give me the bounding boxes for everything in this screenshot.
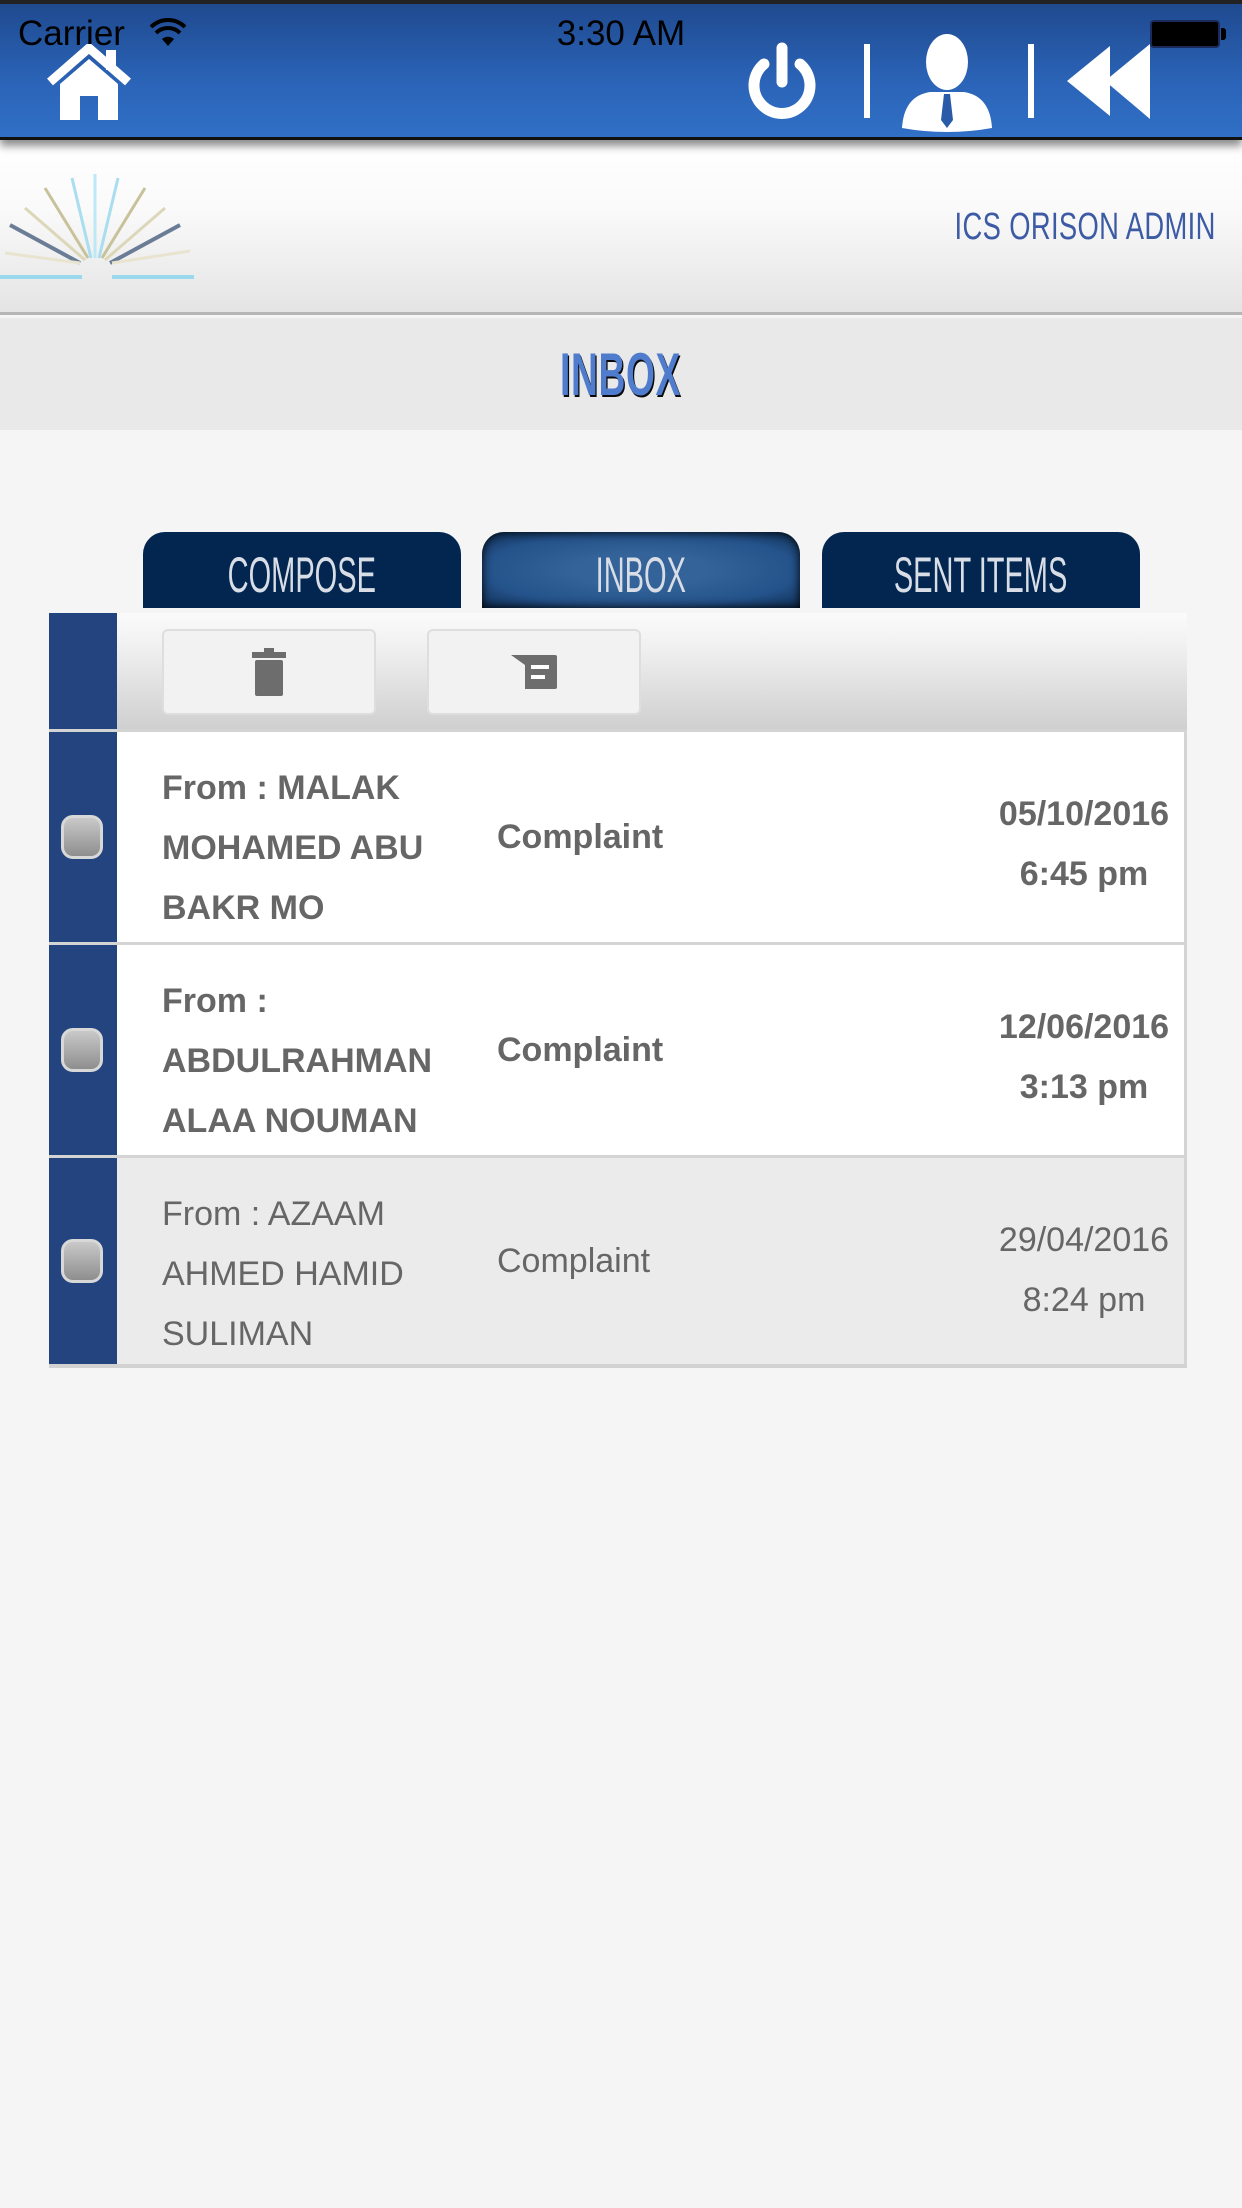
trash-icon [252,648,286,696]
message-checkbox[interactable] [61,1239,103,1283]
message-date: 05/10/2016 [998,795,1170,833]
message-checkbox[interactable] [61,815,103,859]
admin-username: ICS ORISON ADMIN [954,206,1216,248]
tab-sent-items[interactable]: SENT ITEMS [822,532,1140,608]
message-icon [511,655,557,689]
message-row-content[interactable]: From : MALAK MOHAMED ABU BAKR MO Complai… [117,732,1187,942]
nav-separator [1028,44,1034,118]
message-button[interactable] [427,629,641,715]
message-time: 8:24 pm [1022,1281,1146,1319]
rewind-back-icon [1067,44,1150,119]
message-datetime: 12/06/2016 3:13 pm [984,997,1184,1117]
app-header: ICS ORISON ADMIN [0,140,1242,315]
message-toolbar [49,613,1187,729]
message-subject: Complaint [497,817,664,856]
message-row-content[interactable]: From : ABDULRAHMAN ALAA NOUMAN Complaint… [117,945,1187,1155]
message-list: From : MALAK MOHAMED ABU BAKR MO Complai… [49,613,1187,1368]
message-sender: From : ABDULRAHMAN ALAA NOUMAN [162,982,433,1140]
tab-inbox[interactable]: INBOX [482,532,800,608]
side-strip [49,1158,117,1364]
tab-compose-label: COMPOSE [227,547,377,603]
message-row-content[interactable]: From : AZAAM AHMED HAMID SULIMAN Complai… [117,1158,1187,1364]
battery-tip [1221,28,1226,40]
message-datetime: 05/10/2016 6:45 pm [984,784,1184,904]
message-row[interactable]: From : MALAK MOHAMED ABU BAKR MO Complai… [49,729,1187,942]
logout-power-button[interactable] [742,40,822,124]
book-rays-logo [0,174,194,279]
side-strip [49,732,117,942]
message-subject: Complaint [497,1241,651,1280]
message-time: 6:45 pm [1019,855,1149,893]
back-button[interactable] [1065,44,1175,119]
power-icon [748,42,816,119]
home-button[interactable] [44,43,134,124]
profile-button[interactable] [900,32,995,136]
message-date: 12/06/2016 [998,1008,1170,1046]
message-row[interactable]: From : AZAAM AHMED HAMID SULIMAN Complai… [49,1155,1187,1368]
side-strip [49,945,117,1155]
tab-inbox-label: INBOX [595,547,687,603]
toolbar-area [117,613,1187,729]
message-subject: Complaint [497,1030,664,1069]
page-title: INBOX [560,341,682,408]
nav-separator [864,44,870,118]
message-row[interactable]: From : ABDULRAHMAN ALAA NOUMAN Complaint… [49,942,1187,1155]
side-strip [49,613,117,729]
home-icon [47,43,131,120]
message-datetime: 29/04/2016 8:24 pm [984,1210,1184,1330]
tab-sent-items-label: SENT ITEMS [894,547,1068,603]
delete-button[interactable] [162,629,376,715]
message-date: 29/04/2016 [998,1221,1170,1259]
top-navigation-bar: Carrier 3:30 AM [0,0,1242,140]
status-time: 3:30 AM [556,14,686,53]
tab-compose[interactable]: COMPOSE [143,532,461,608]
message-checkbox[interactable] [61,1028,103,1072]
message-time: 3:13 pm [1019,1068,1149,1106]
user-profile-icon [902,34,992,132]
page-title-bar: INBOX [0,318,1242,430]
message-sender: From : AZAAM AHMED HAMID SULIMAN [162,1195,404,1353]
message-sender: From : MALAK MOHAMED ABU BAKR MO [162,769,424,927]
